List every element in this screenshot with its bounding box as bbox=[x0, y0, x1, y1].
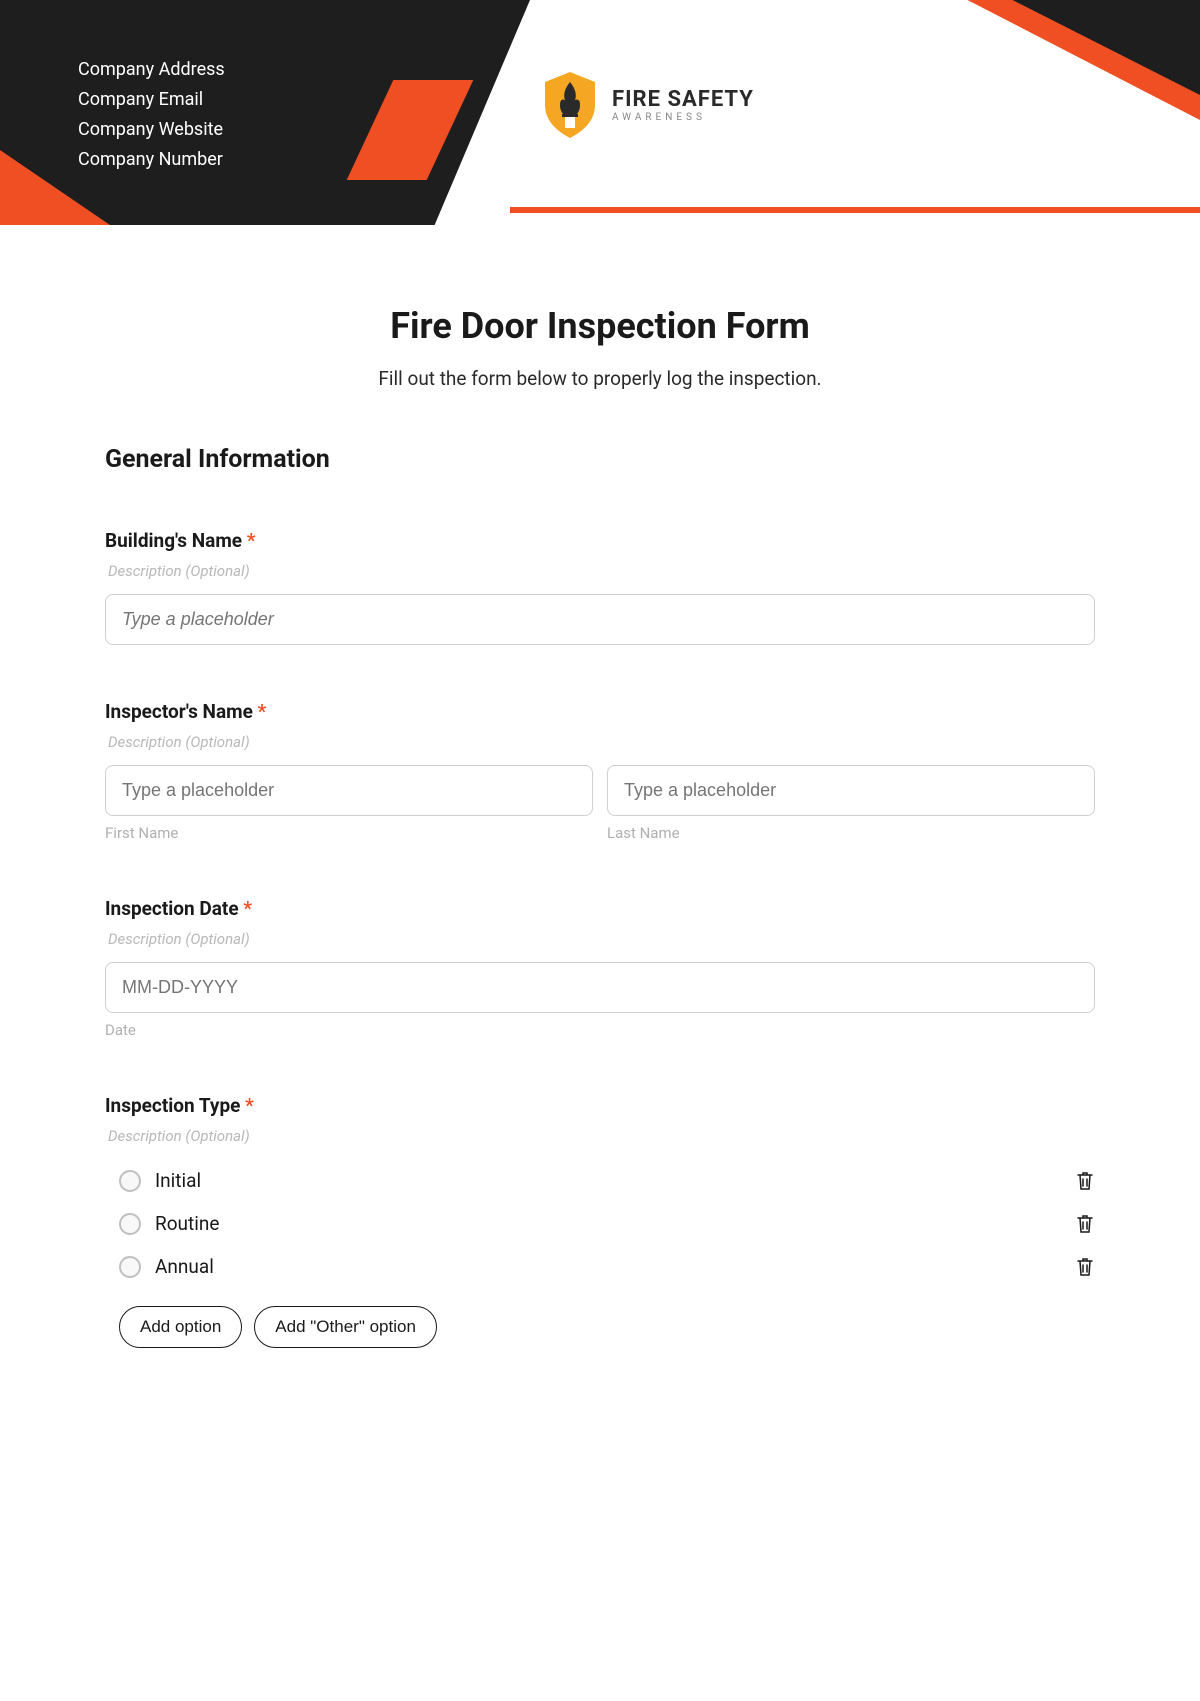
company-info: Company Address Company Email Company We… bbox=[78, 55, 225, 175]
section-heading-general: General Information bbox=[105, 445, 1095, 474]
radio-option-initial: Initial bbox=[105, 1159, 1095, 1202]
radio-initial[interactable] bbox=[119, 1170, 141, 1192]
field-inspection-date: Inspection Date * Description (Optional)… bbox=[105, 897, 1095, 1039]
inspector-name-label: Inspector's Name * bbox=[105, 700, 1095, 723]
inspection-date-sublabel: Date bbox=[105, 1021, 1095, 1039]
form-subtitle: Fill out the form below to properly log … bbox=[105, 367, 1095, 390]
form-title: Fire Door Inspection Form bbox=[105, 305, 1095, 347]
inspection-type-label: Inspection Type * bbox=[105, 1094, 1095, 1117]
last-name-sublabel: Last Name bbox=[607, 824, 1095, 842]
field-building-name: Building's Name * Description (Optional) bbox=[105, 529, 1095, 645]
field-inspector-name: Inspector's Name * Description (Optional… bbox=[105, 700, 1095, 842]
first-name-input[interactable] bbox=[105, 765, 593, 816]
radio-initial-label: Initial bbox=[155, 1169, 201, 1192]
building-name-description[interactable]: Description (Optional) bbox=[105, 562, 1095, 580]
add-option-button[interactable]: Add option bbox=[119, 1306, 242, 1348]
company-number: Company Number bbox=[78, 145, 225, 175]
company-website: Company Website bbox=[78, 115, 225, 145]
last-name-input[interactable] bbox=[607, 765, 1095, 816]
building-name-label: Building's Name * bbox=[105, 529, 1095, 552]
header-banner: Company Address Company Email Company We… bbox=[0, 0, 1200, 225]
trash-icon[interactable] bbox=[1075, 1213, 1095, 1235]
trash-icon[interactable] bbox=[1075, 1256, 1095, 1278]
inspection-date-input[interactable] bbox=[105, 962, 1095, 1013]
company-address: Company Address bbox=[78, 55, 225, 85]
logo-subtitle: AWARENESS bbox=[612, 112, 754, 123]
inspector-name-description[interactable]: Description (Optional) bbox=[105, 733, 1095, 751]
add-other-option-button[interactable]: Add "Other" option bbox=[254, 1306, 437, 1348]
first-name-sublabel: First Name bbox=[105, 824, 593, 842]
company-email: Company Email bbox=[78, 85, 225, 115]
radio-option-annual: Annual bbox=[105, 1245, 1095, 1288]
radio-routine[interactable] bbox=[119, 1213, 141, 1235]
form-content: Fire Door Inspection Form Fill out the f… bbox=[0, 225, 1200, 1443]
logo: FIRE SAFETY AWARENESS bbox=[540, 70, 754, 140]
building-name-input[interactable] bbox=[105, 594, 1095, 645]
radio-annual-label: Annual bbox=[155, 1255, 214, 1278]
radio-routine-label: Routine bbox=[155, 1212, 219, 1235]
trash-icon[interactable] bbox=[1075, 1170, 1095, 1192]
radio-annual[interactable] bbox=[119, 1256, 141, 1278]
field-inspection-type: Inspection Type * Description (Optional)… bbox=[105, 1094, 1095, 1348]
inspection-type-description[interactable]: Description (Optional) bbox=[105, 1127, 1095, 1145]
inspection-date-label: Inspection Date * bbox=[105, 897, 1095, 920]
logo-title: FIRE SAFETY bbox=[612, 87, 754, 112]
radio-option-routine: Routine bbox=[105, 1202, 1095, 1245]
inspection-date-description[interactable]: Description (Optional) bbox=[105, 930, 1095, 948]
shield-flame-icon bbox=[540, 70, 600, 140]
